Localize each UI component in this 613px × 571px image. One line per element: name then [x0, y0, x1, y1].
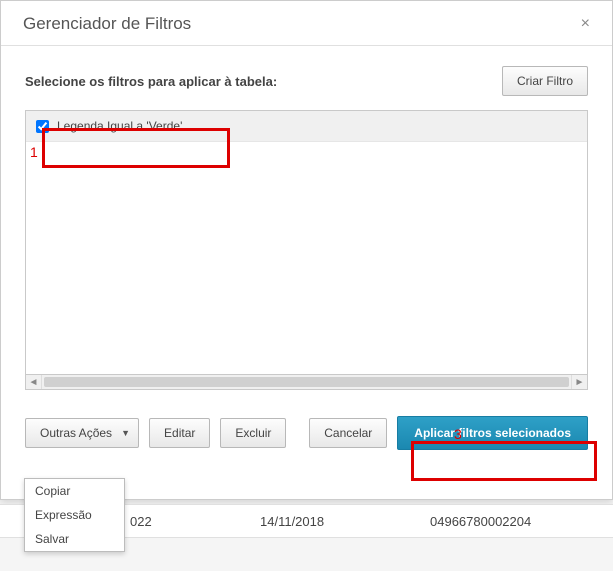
- scroll-left-icon[interactable]: ◄: [26, 375, 42, 389]
- chevron-down-icon: ▼: [121, 428, 130, 438]
- edit-button[interactable]: Editar: [149, 418, 210, 448]
- filter-manager-dialog: Gerenciador de Filtros × Selecione os fi…: [0, 0, 613, 500]
- scroll-right-icon[interactable]: ►: [571, 375, 587, 389]
- filter-list: Legenda Igual a 'Verde': [25, 110, 588, 375]
- menu-item-copy[interactable]: Copiar: [25, 479, 124, 503]
- other-actions-label: Outras Ações: [40, 426, 112, 440]
- filter-label-0: Legenda Igual a 'Verde': [57, 119, 182, 133]
- other-actions-button[interactable]: Outras Ações ▼: [25, 418, 139, 448]
- bg-cell-1: 022: [130, 514, 260, 529]
- dialog-header: Gerenciador de Filtros ×: [1, 1, 612, 46]
- instruction-row: Selecione os filtros para aplicar à tabe…: [25, 66, 588, 96]
- bg-cell-3: 04966780002204: [430, 514, 613, 529]
- other-actions-menu: Copiar Expressão Salvar: [24, 478, 125, 552]
- annotation-number-3: 3: [454, 426, 462, 442]
- dialog-title: Gerenciador de Filtros: [23, 14, 191, 34]
- scroll-thumb[interactable]: [44, 377, 569, 387]
- cancel-button[interactable]: Cancelar: [309, 418, 387, 448]
- annotation-number-1: 1: [30, 144, 38, 160]
- apply-filters-button[interactable]: Aplicar filtros selecionados: [397, 416, 588, 450]
- menu-item-expression[interactable]: Expressão: [25, 503, 124, 527]
- delete-button[interactable]: Excluir: [220, 418, 286, 448]
- dialog-body: Selecione os filtros para aplicar à tabe…: [1, 46, 612, 398]
- close-icon[interactable]: ×: [575, 13, 596, 35]
- horizontal-scrollbar[interactable]: ◄ ►: [25, 375, 588, 390]
- instruction-text: Selecione os filtros para aplicar à tabe…: [25, 74, 277, 89]
- bg-cell-2: 14/11/2018: [260, 514, 430, 529]
- menu-item-save[interactable]: Salvar: [25, 527, 124, 551]
- filter-item-0[interactable]: Legenda Igual a 'Verde': [26, 111, 587, 142]
- dialog-footer: Outras Ações ▼ Editar Excluir Cancelar A…: [1, 398, 612, 468]
- filter-checkbox-0[interactable]: [36, 120, 49, 133]
- create-filter-button[interactable]: Criar Filtro: [502, 66, 588, 96]
